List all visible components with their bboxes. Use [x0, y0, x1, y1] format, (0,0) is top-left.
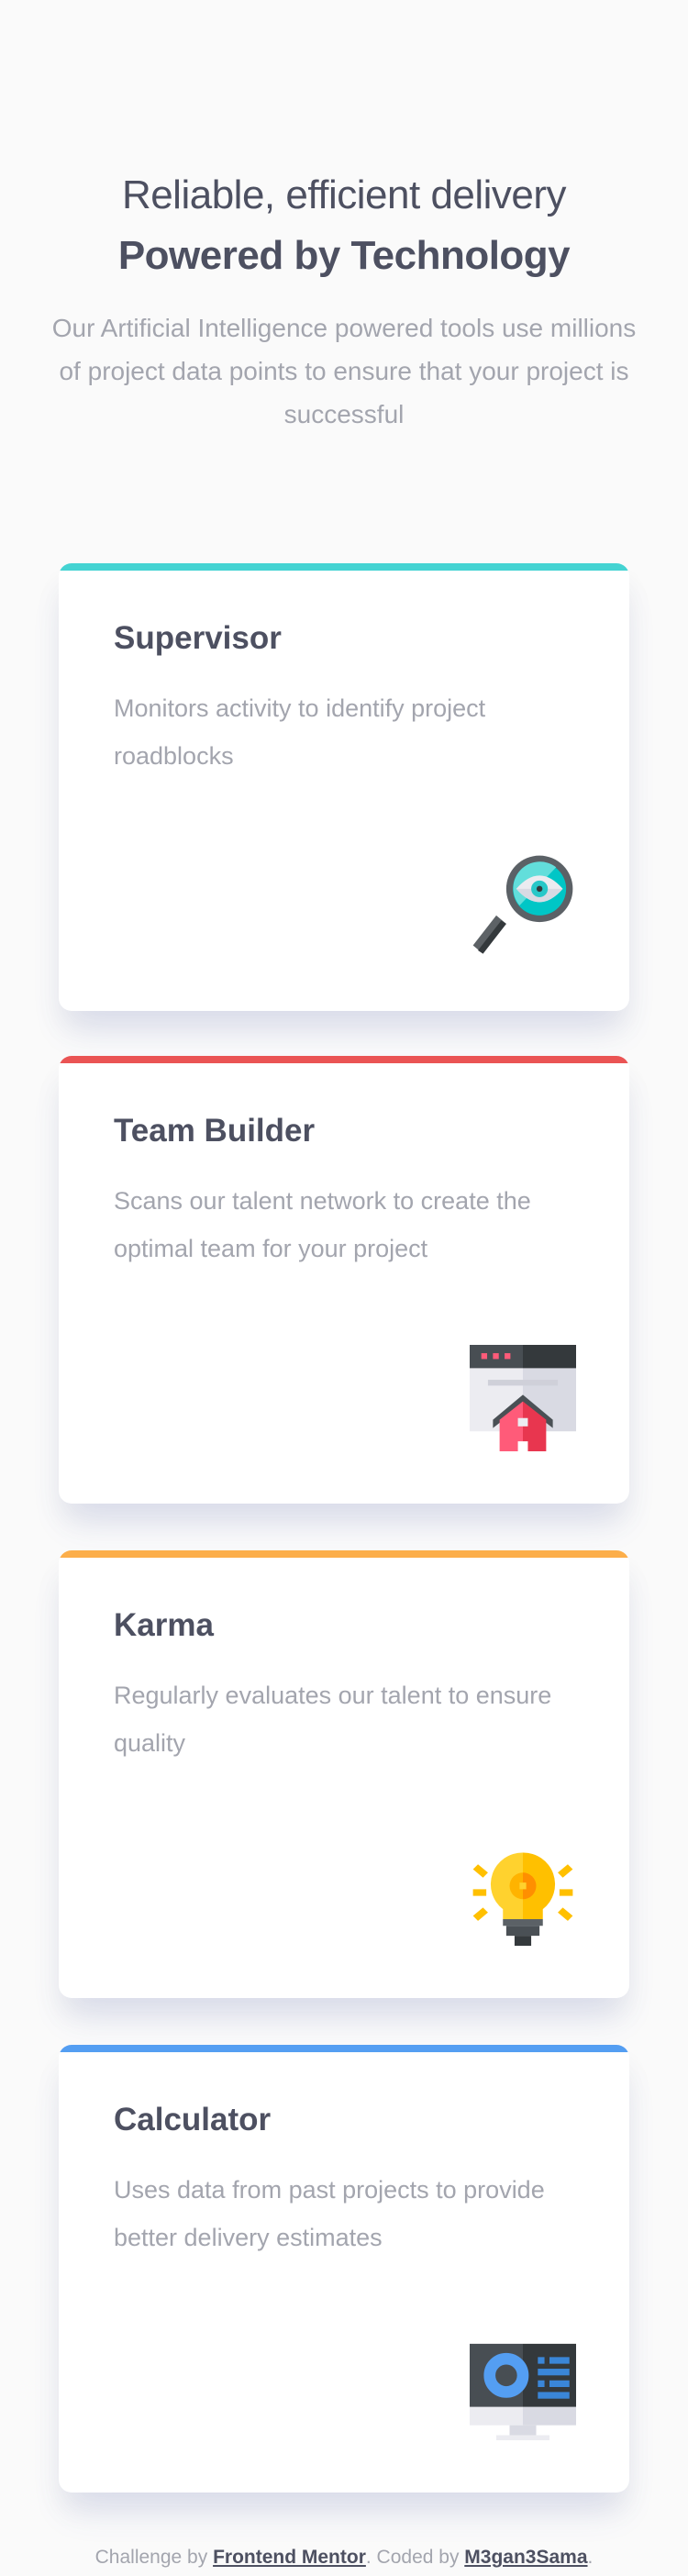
hero-subtitle: Reliable, efficient delivery [121, 172, 567, 217]
card-accent-bar [59, 1056, 629, 1063]
card-title: Team Builder [114, 1113, 316, 1149]
footer-text: . [587, 2547, 594, 2568]
hero-title: Powered by Technology [117, 233, 571, 278]
frontend-mentor-link[interactable]: Frontend Mentor [213, 2547, 366, 2568]
footer-text: . Coded by [365, 2547, 465, 2568]
card-title: Supervisor [114, 620, 282, 656]
card-description: Scans our talent network to create the o… [114, 1187, 531, 1262]
card-karma: Karma Regularly evaluates our talent to … [59, 1550, 629, 1998]
card-accent-bar [59, 2045, 629, 2052]
monitor-chart-icon [470, 2343, 576, 2440]
browser-house-icon [470, 1345, 576, 1451]
hero-header: Reliable, efficient delivery Powered by … [0, 165, 688, 436]
footer-text: Challenge by [94, 2547, 214, 2568]
card-title: Calculator [114, 2102, 272, 2137]
card-description: Uses data from past projects to provide … [114, 2176, 545, 2251]
card-accent-bar [59, 563, 629, 571]
lightbulb-gear-icon [472, 1852, 573, 1946]
magnifier-eye-icon [472, 855, 573, 954]
hero-description: Our Artificial Intelligence powered tool… [51, 314, 637, 428]
attribution-footer: Challenge by Frontend Mentor. Coded by M… [0, 2547, 688, 2569]
card-title: Karma [114, 1607, 214, 1643]
card-calculator: Calculator Uses data from past projects … [59, 2045, 629, 2493]
card-description: Monitors activity to identify project ro… [114, 694, 486, 770]
card-team-builder: Team Builder Scans our talent network to… [59, 1056, 629, 1504]
card-accent-bar [59, 1550, 629, 1558]
card-description: Regularly evaluates our talent to ensure… [114, 1682, 552, 1757]
card-supervisor: Supervisor Monitors activity to identify… [59, 563, 629, 1011]
author-link[interactable]: M3gan3Sama [464, 2547, 587, 2568]
